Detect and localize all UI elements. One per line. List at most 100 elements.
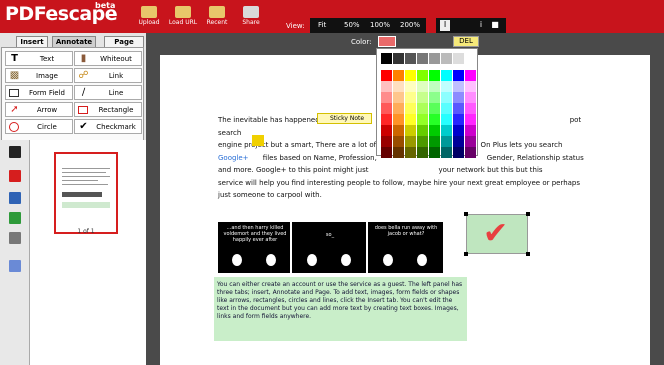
whiteout-button[interactable]: ▮ Whiteout — [74, 51, 142, 66]
rectangle-button[interactable]: Rectangle — [74, 102, 142, 117]
recent-button[interactable]: Recent — [202, 6, 232, 32]
color-cell[interactable] — [393, 136, 404, 147]
highlighted-note-box[interactable]: You can either create an account or use … — [214, 277, 467, 341]
color-cell[interactable] — [453, 103, 464, 114]
color-cell[interactable] — [405, 136, 416, 147]
color-cell[interactable] — [381, 53, 392, 64]
color-picker[interactable] — [376, 48, 478, 158]
pages-icon[interactable] — [9, 146, 21, 158]
color-cell[interactable] — [429, 53, 440, 64]
arrow-button[interactable]: ➚ Arrow — [5, 102, 73, 117]
resize-handle[interactable] — [526, 212, 530, 216]
color-cell[interactable] — [453, 70, 464, 81]
color-cell[interactable] — [453, 53, 464, 64]
load-url-button[interactable]: Load URL — [168, 6, 198, 32]
zoom-100[interactable]: 100% — [370, 21, 390, 29]
color-cell[interactable] — [381, 125, 392, 136]
color-cell[interactable] — [465, 92, 476, 103]
color-cell[interactable] — [393, 70, 404, 81]
color-cell[interactable] — [453, 147, 464, 158]
color-cell[interactable] — [441, 92, 452, 103]
color-cell[interactable] — [393, 147, 404, 158]
color-cell[interactable] — [381, 114, 392, 125]
color-cell[interactable] — [393, 125, 404, 136]
color-cell[interactable] — [381, 70, 392, 81]
color-cell[interactable] — [429, 81, 440, 92]
page-view-icon[interactable] — [9, 260, 21, 272]
color-cell[interactable] — [381, 147, 392, 158]
color-cell[interactable] — [417, 114, 428, 125]
delete-button[interactable]: DEL — [453, 36, 479, 47]
color-cell[interactable] — [405, 70, 416, 81]
color-cell[interactable] — [417, 125, 428, 136]
color-cell[interactable] — [465, 81, 476, 92]
color-cell[interactable] — [381, 92, 392, 103]
color-cell[interactable] — [393, 103, 404, 114]
sticky-note-icon[interactable] — [252, 135, 264, 146]
color-cell[interactable] — [465, 147, 476, 158]
color-cell[interactable] — [393, 53, 404, 64]
resize-handle[interactable] — [464, 212, 468, 216]
color-cell[interactable] — [465, 103, 476, 114]
color-cell[interactable] — [465, 136, 476, 147]
sticky-note[interactable]: Sticky Note — [317, 113, 372, 124]
color-cell[interactable] — [453, 136, 464, 147]
color-cell[interactable] — [381, 103, 392, 114]
color-cell[interactable] — [405, 92, 416, 103]
color-cell[interactable] — [417, 70, 428, 81]
color-swatch[interactable] — [378, 36, 396, 47]
page-thumbnail[interactable] — [54, 152, 118, 234]
color-cell[interactable] — [417, 136, 428, 147]
download-icon[interactable] — [9, 212, 21, 224]
color-cell[interactable] — [453, 92, 464, 103]
color-cell[interactable] — [393, 81, 404, 92]
color-cell[interactable] — [417, 53, 428, 64]
color-cell[interactable] — [453, 81, 464, 92]
share-button[interactable]: Share — [236, 6, 266, 32]
checkmark-annotation[interactable]: ✔ — [466, 214, 528, 254]
color-cell[interactable] — [441, 103, 452, 114]
upload-button[interactable]: Upload — [134, 6, 164, 32]
resize-handle[interactable] — [464, 252, 468, 256]
color-cell[interactable] — [417, 81, 428, 92]
color-cell[interactable] — [453, 125, 464, 136]
color-cell[interactable] — [465, 53, 476, 64]
resize-handle[interactable] — [526, 252, 530, 256]
image-button[interactable]: ▩ Image — [5, 68, 73, 83]
checkmark-button[interactable]: ✔ Checkmark — [74, 119, 142, 134]
form-field-button[interactable]: Form Field — [5, 85, 73, 100]
color-cell[interactable] — [441, 70, 452, 81]
color-cell[interactable] — [429, 103, 440, 114]
color-cell[interactable] — [441, 114, 452, 125]
color-cell[interactable] — [405, 147, 416, 158]
circle-button[interactable]: Circle — [5, 119, 73, 134]
lock-icon[interactable]: ■ — [490, 20, 500, 31]
color-cell[interactable] — [441, 81, 452, 92]
color-cell[interactable] — [393, 114, 404, 125]
color-cell[interactable] — [441, 136, 452, 147]
print-icon[interactable] — [9, 232, 21, 244]
color-cell[interactable] — [441, 53, 452, 64]
color-cell[interactable] — [429, 70, 440, 81]
color-cell[interactable] — [405, 103, 416, 114]
info-tool[interactable]: i — [476, 20, 486, 31]
line-button[interactable]: ∕ Line — [74, 85, 142, 100]
color-cell[interactable] — [405, 53, 416, 64]
color-cell[interactable] — [429, 125, 440, 136]
color-cell[interactable] — [465, 125, 476, 136]
color-cell[interactable] — [405, 125, 416, 136]
link-button[interactable]: ☍ Link — [74, 68, 142, 83]
color-cell[interactable] — [441, 147, 452, 158]
color-cell[interactable] — [441, 125, 452, 136]
color-cell[interactable] — [393, 92, 404, 103]
color-cell[interactable] — [429, 136, 440, 147]
color-cell[interactable] — [417, 103, 428, 114]
color-cell[interactable] — [453, 114, 464, 125]
save-icon[interactable] — [9, 192, 21, 204]
color-cell[interactable] — [417, 147, 428, 158]
zoom-fit[interactable]: Fit — [318, 21, 326, 29]
color-cell[interactable] — [429, 147, 440, 158]
color-cell[interactable] — [429, 92, 440, 103]
zoom-200[interactable]: 200% — [400, 21, 420, 29]
google-plus-link[interactable]: Google+ — [218, 154, 249, 162]
